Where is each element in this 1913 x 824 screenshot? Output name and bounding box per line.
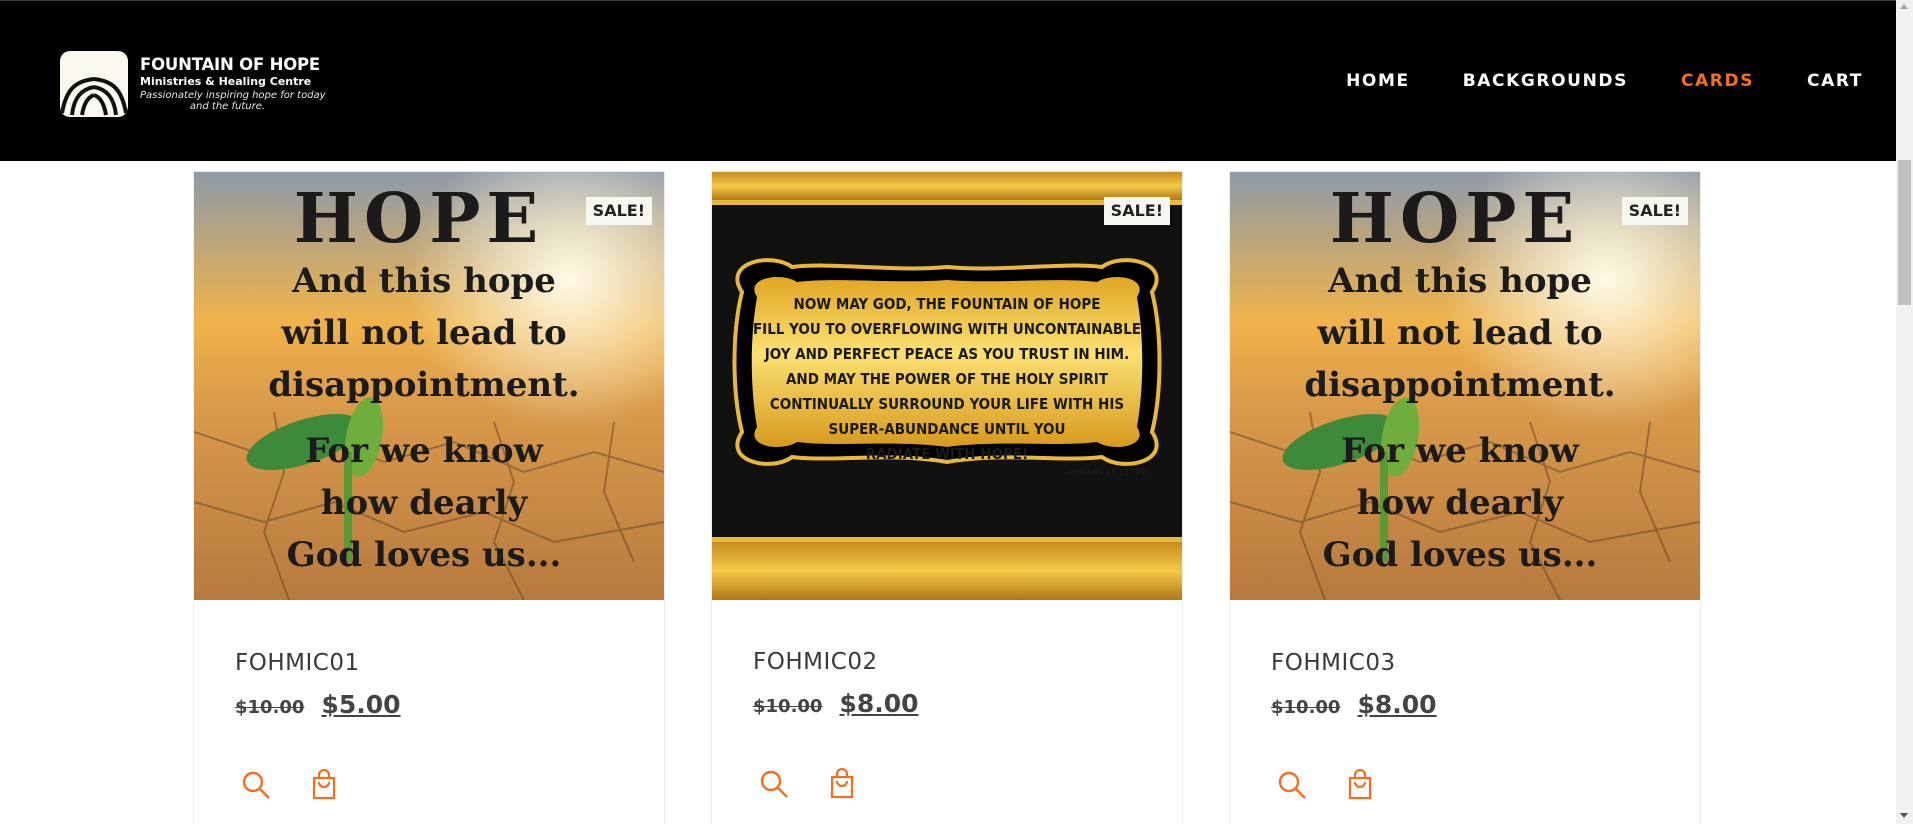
product-actions	[240, 768, 376, 801]
shopping-bag-icon[interactable]	[308, 768, 340, 801]
fountain-logo-icon	[60, 51, 128, 117]
image-line: AND MAY THE POWER OF THE HOLY SPIRIT	[786, 370, 1109, 388]
sale-badge: SALE!	[1103, 197, 1170, 225]
product-image[interactable]: HOPE And this hope will not lead to disa…	[1230, 172, 1700, 600]
image-line: CONTINUALLY SURROUND YOUR LIFE WITH HIS	[770, 395, 1124, 413]
search-icon[interactable]	[758, 768, 790, 800]
product-title[interactable]: FOHMIC01	[235, 650, 360, 676]
scroll-up-icon[interactable]	[1900, 4, 1908, 9]
image-heading: HOPE	[1330, 179, 1580, 259]
nav-cart[interactable]: CART	[1807, 71, 1863, 93]
old-price: $10.00	[1271, 697, 1341, 718]
shopping-bag-icon[interactable]	[826, 767, 858, 800]
old-price: $10.00	[753, 696, 823, 717]
image-line: NOW MAY GOD, THE FOUNTAIN OF HOPE	[794, 295, 1101, 313]
product-actions	[758, 767, 894, 800]
brand-title: FOUNTAIN OF HOPE	[140, 55, 320, 75]
price-row: $10.00 $8.00	[1271, 690, 1437, 719]
nav-backgrounds[interactable]: BACKGROUNDS	[1463, 71, 1628, 93]
price-row: $10.00 $5.00	[235, 690, 401, 719]
product-grid: HOPE And this hope will not lead to disa…	[193, 171, 1703, 824]
product-image[interactable]: NOW MAY GOD, THE FOUNTAIN OF HOPE FILL Y…	[712, 172, 1182, 600]
old-price: $10.00	[235, 697, 305, 718]
image-line: JOY AND PERFECT PEACE AS YOU TRUST IN HI…	[764, 345, 1129, 363]
sale-badge: SALE!	[1621, 197, 1688, 225]
image-line: And this hope	[1327, 261, 1592, 301]
site-header: FOUNTAIN OF HOPE Ministries & Healing Ce…	[0, 0, 1896, 161]
image-line: God loves us...	[287, 535, 562, 575]
image-line: disappointment.	[268, 365, 579, 405]
site-logo[interactable]: FOUNTAIN OF HOPE Ministries & Healing Ce…	[60, 51, 326, 117]
scroll-down-icon[interactable]	[1900, 813, 1908, 818]
image-line: SUPER-ABUNDANCE UNTIL YOU	[829, 420, 1066, 438]
shopping-bag-icon[interactable]	[1344, 768, 1376, 801]
sale-price: $8.00	[1357, 690, 1437, 719]
sale-price: $5.00	[321, 690, 401, 719]
image-line: how dearly	[1357, 483, 1565, 523]
product-card: HOPE And this hope will not lead to disa…	[1229, 171, 1701, 824]
logo-text: FOUNTAIN OF HOPE Ministries & Healing Ce…	[140, 55, 326, 112]
image-line: For we know	[1341, 431, 1579, 471]
image-citation: ROMANS 15:13 TPT	[1068, 468, 1147, 477]
image-line: And this hope	[291, 261, 556, 301]
sale-price: $8.00	[839, 689, 919, 718]
product-title[interactable]: FOHMIC03	[1271, 650, 1396, 676]
image-heading: HOPE	[294, 179, 544, 259]
image-line: will not lead to	[1316, 313, 1602, 353]
product-image[interactable]: HOPE And this hope will not lead to disa…	[194, 172, 664, 600]
product-card: HOPE And this hope will not lead to disa…	[193, 171, 665, 824]
product-actions	[1276, 768, 1412, 801]
brand-tagline-2: and the future.	[189, 100, 266, 112]
product-title[interactable]: FOHMIC02	[753, 649, 878, 675]
price-row: $10.00 $8.00	[753, 689, 919, 718]
image-line: For we know	[305, 431, 543, 471]
sale-badge: SALE!	[585, 197, 652, 225]
image-line: FILL YOU TO OVERFLOWING WITH UNCONTAINAB…	[753, 320, 1141, 338]
brand-subtitle: Ministries & Healing Centre	[140, 74, 312, 88]
scroll-thumb[interactable]	[1898, 160, 1911, 305]
nav-cards[interactable]: CARDS	[1681, 71, 1754, 93]
image-line: will not lead to	[280, 313, 566, 353]
search-icon[interactable]	[1276, 769, 1308, 801]
search-icon[interactable]	[240, 769, 272, 801]
image-line: God loves us...	[1323, 535, 1598, 575]
nav-home[interactable]: HOME	[1346, 71, 1410, 93]
product-card: NOW MAY GOD, THE FOUNTAIN OF HOPE FILL Y…	[711, 171, 1183, 824]
image-line: how dearly	[321, 483, 529, 523]
brand-tagline: Passionately inspiring hope for today	[140, 89, 326, 101]
image-line: disappointment.	[1304, 365, 1615, 405]
main-nav: HOME BACKGROUNDS CARDS CART	[1293, 71, 1896, 93]
page-scrollbar[interactable]	[1896, 0, 1913, 824]
image-line: RADIATE WITH HOPE!	[866, 445, 1029, 463]
